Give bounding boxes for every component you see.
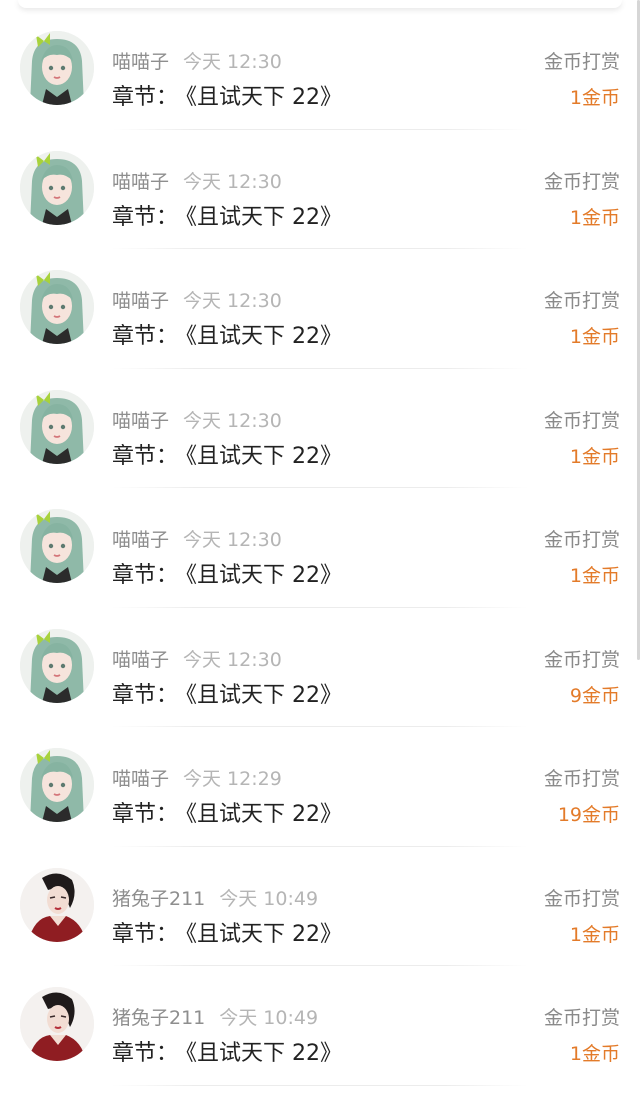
username[interactable]: 猪兔子211 <box>112 1007 205 1029</box>
chapter-title[interactable]: 《且试天下 22》 <box>186 683 342 708</box>
tip-record-row[interactable]: 猪兔子211 今天 10:49 章节： 《且试天下 22》 金币打赏 1金币 <box>0 847 640 966</box>
tip-type-label: 金币打赏 <box>543 529 620 551</box>
username-line: 喵喵子 今天 12:29 <box>112 767 282 791</box>
chapter-label: 章节： <box>112 563 179 588</box>
tip-amount: 1金币 <box>569 326 620 348</box>
chapter-title[interactable]: 《且试天下 22》 <box>186 85 342 110</box>
tip-amount: 1金币 <box>569 445 620 468</box>
username-line: 喵喵子 今天 12:30 <box>112 170 282 194</box>
chapter-title[interactable]: 《且试天下 22》 <box>186 802 342 827</box>
chapter-label: 章节： <box>112 324 179 349</box>
chapter-label: 章节： <box>112 682 179 708</box>
timestamp: 今天 12:30 <box>183 290 282 312</box>
green-hair-girl-avatar[interactable] <box>20 628 94 703</box>
green-hair-girl-avatar[interactable] <box>20 509 94 583</box>
username[interactable]: 喵喵子 <box>112 410 169 432</box>
chapter-title[interactable]: 《且试天下 22》 <box>186 324 342 349</box>
username-line: 猪兔子211 今天 10:49 <box>112 1006 318 1030</box>
tip-record-row[interactable]: 喵喵子 今天 12:30 章节： 《且试天下 22》 金币打赏 1金币 <box>0 488 640 608</box>
timestamp: 今天 12:30 <box>183 648 282 671</box>
green-hair-girl-avatar[interactable] <box>20 150 94 225</box>
username-line: 喵喵子 今天 12:30 <box>112 289 282 313</box>
green-hair-girl-avatar[interactable] <box>20 31 94 105</box>
chapter-line: 章节： 《且试天下 22》 <box>112 204 342 232</box>
tip-amount: 19金币 <box>557 804 620 826</box>
tip-type-label: 金币打赏 <box>543 648 620 671</box>
username[interactable]: 喵喵子 <box>112 529 169 551</box>
tip-amount: 1金币 <box>569 87 620 109</box>
username-line: 喵喵子 今天 12:30 <box>112 409 282 433</box>
chapter-label: 章节： <box>112 204 179 230</box>
tip-amount: 9金币 <box>569 684 620 707</box>
chapter-title[interactable]: 《且试天下 22》 <box>186 922 342 947</box>
chapter-label: 章节： <box>112 85 179 110</box>
tip-record-row[interactable]: 猪兔子211 今天 10:49 章节： 《且试天下 22》 金币打赏 1金币 <box>0 966 640 1086</box>
timestamp: 今天 12:29 <box>183 768 282 790</box>
username-line: 喵喵子 今天 12:30 <box>112 528 282 552</box>
username[interactable]: 喵喵子 <box>112 649 169 671</box>
green-hair-girl-avatar[interactable] <box>20 270 94 344</box>
tip-type-label: 金币打赏 <box>543 170 620 193</box>
chapter-title[interactable]: 《且试天下 22》 <box>186 444 342 469</box>
username[interactable]: 喵喵子 <box>112 171 169 193</box>
username-line: 喵喵子 今天 12:30 <box>112 648 282 672</box>
tip-amount: 1金币 <box>569 1043 620 1065</box>
tip-type-label: 金币打赏 <box>543 51 620 73</box>
tip-amount: 1金币 <box>569 206 620 229</box>
tip-record-row[interactable]: 喵喵子 今天 12:30 章节： 《且试天下 22》 金币打赏 9金币 <box>0 608 640 727</box>
tip-record-row[interactable]: 喵喵子 今天 12:30 章节： 《且试天下 22》 金币打赏 1金币 <box>0 369 640 488</box>
username[interactable]: 喵喵子 <box>112 290 169 312</box>
timestamp: 今天 12:30 <box>183 51 282 73</box>
tip-record-row[interactable]: 喵喵子 今天 12:30 章节： 《且试天下 22》 金币打赏 1金币 <box>0 249 640 369</box>
tip-type-label: 金币打赏 <box>543 409 620 432</box>
chapter-line: 章节： 《且试天下 22》 <box>112 443 342 471</box>
tip-type-label: 金币打赏 <box>543 768 620 790</box>
tip-type-label: 金币打赏 <box>543 290 620 312</box>
username-line: 喵喵子 今天 12:30 <box>112 50 282 74</box>
top-card-edge <box>18 0 622 8</box>
chapter-label: 章节： <box>112 921 179 947</box>
chapter-line: 章节： 《且试天下 22》 <box>112 84 342 112</box>
chapter-title[interactable]: 《且试天下 22》 <box>186 1041 342 1066</box>
tip-amount: 1金币 <box>569 923 620 946</box>
tip-record-row[interactable]: 喵喵子 今天 12:30 章节： 《且试天下 22》 金币打赏 1金币 <box>0 10 640 130</box>
row-divider <box>112 1084 528 1086</box>
chapter-label: 章节： <box>112 443 179 469</box>
chapter-title[interactable]: 《且试天下 22》 <box>186 563 342 588</box>
tip-record-row[interactable]: 喵喵子 今天 12:29 章节： 《且试天下 22》 金币打赏 19金币 <box>0 727 640 847</box>
timestamp: 今天 10:49 <box>219 887 319 910</box>
chapter-label: 章节： <box>112 802 179 827</box>
tip-amount: 1金币 <box>569 565 620 587</box>
red-dress-woman-avatar[interactable] <box>20 867 94 942</box>
username[interactable]: 喵喵子 <box>112 768 169 790</box>
chapter-label: 章节： <box>112 1041 179 1066</box>
chapter-line: 章节： 《且试天下 22》 <box>112 1040 342 1068</box>
chapter-line: 章节： 《且试天下 22》 <box>112 682 342 710</box>
tip-type-label: 金币打赏 <box>543 1007 620 1029</box>
chapter-line: 章节： 《且试天下 22》 <box>112 562 342 590</box>
chapter-title[interactable]: 《且试天下 22》 <box>186 205 342 230</box>
green-hair-girl-avatar[interactable] <box>20 389 94 464</box>
username[interactable]: 喵喵子 <box>112 51 169 73</box>
username-line: 猪兔子211 今天 10:49 <box>112 887 318 911</box>
tip-type-label: 金币打赏 <box>543 887 620 910</box>
timestamp: 今天 10:49 <box>219 1007 319 1029</box>
timestamp: 今天 12:30 <box>183 529 282 551</box>
red-dress-woman-avatar[interactable] <box>20 987 94 1061</box>
chapter-line: 章节： 《且试天下 22》 <box>112 921 342 949</box>
chapter-line: 章节： 《且试天下 22》 <box>112 801 342 829</box>
chapter-line: 章节： 《且试天下 22》 <box>112 323 342 351</box>
green-hair-girl-avatar[interactable] <box>20 748 94 822</box>
timestamp: 今天 12:30 <box>183 170 282 193</box>
timestamp: 今天 12:30 <box>183 409 282 432</box>
username[interactable]: 猪兔子211 <box>112 888 205 910</box>
tip-record-row[interactable]: 喵喵子 今天 12:30 章节： 《且试天下 22》 金币打赏 1金币 <box>0 130 640 249</box>
